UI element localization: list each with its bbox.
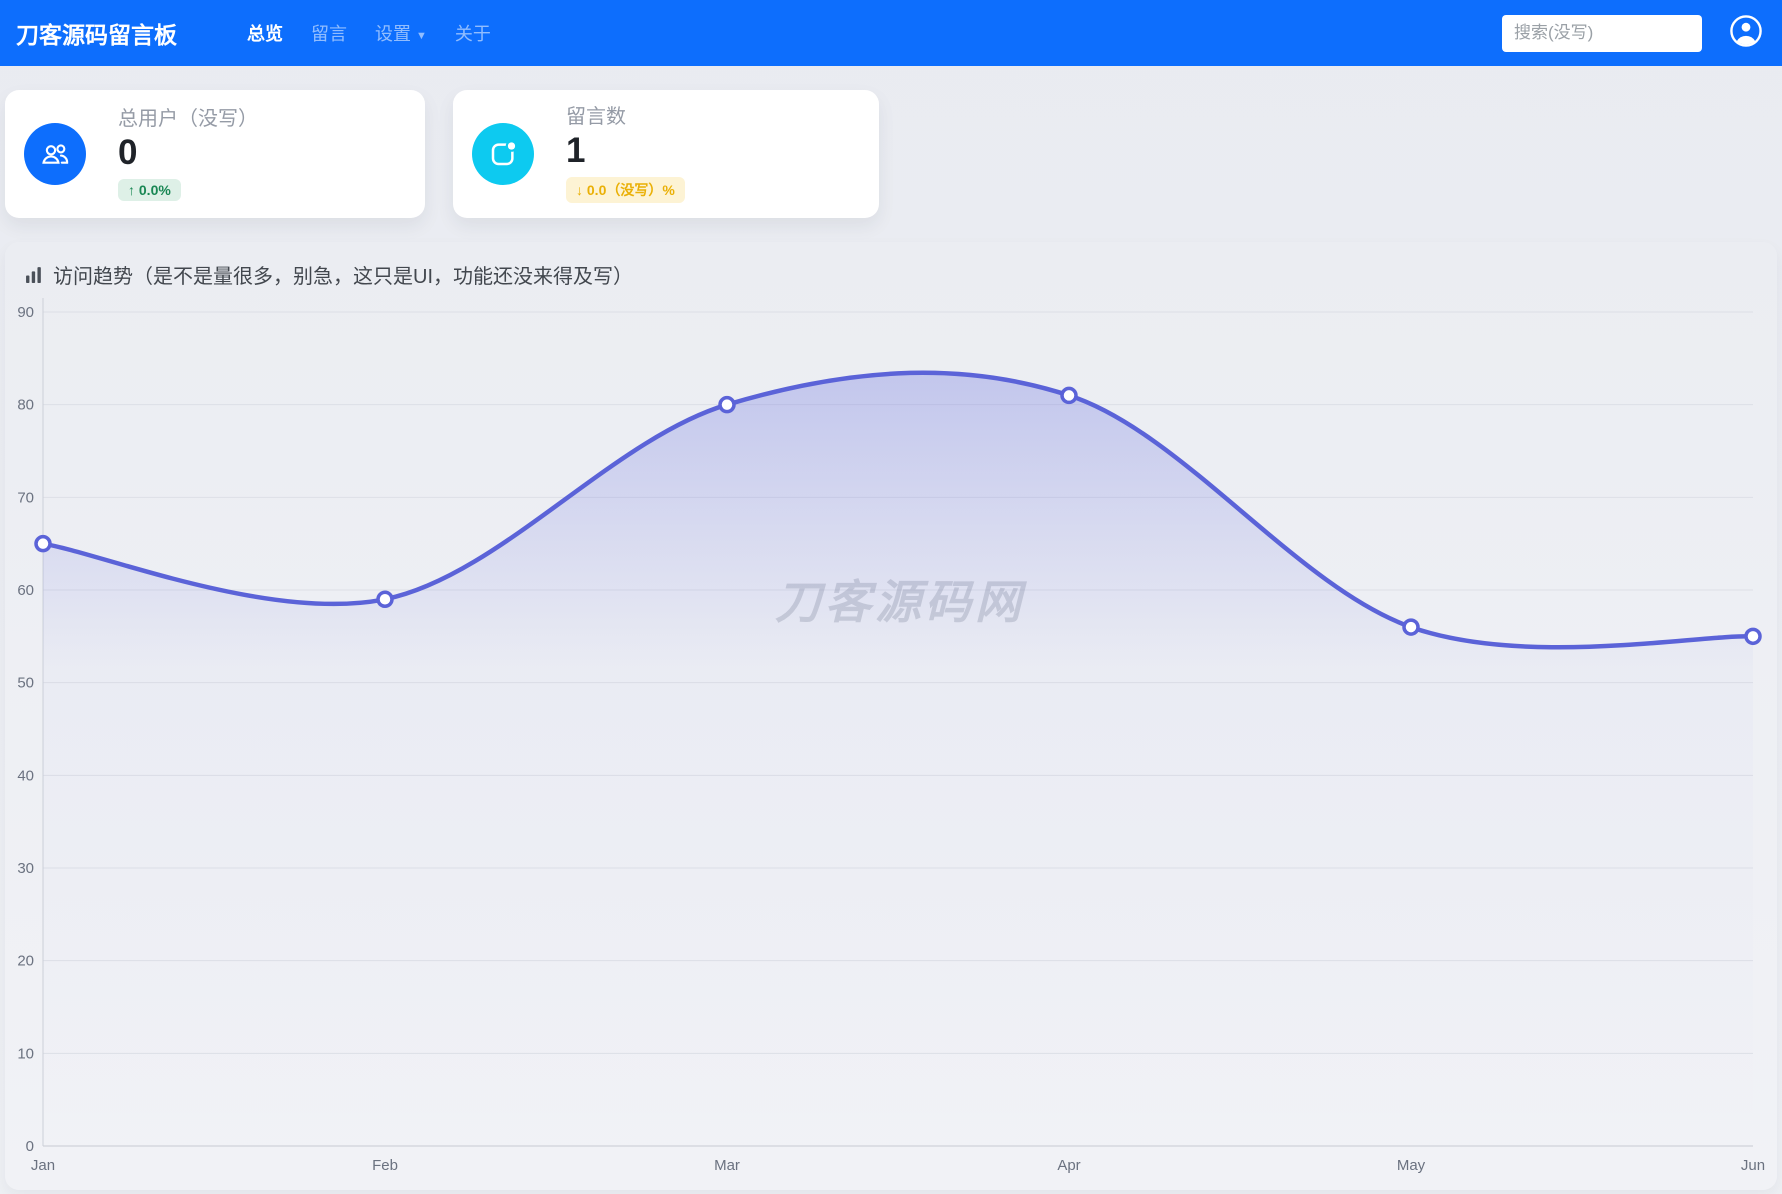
person-circle-icon	[1729, 14, 1763, 53]
stat-card-message-count: 留言数 1 ↓ 0.0（没写）%	[453, 90, 879, 218]
nav-item-label: 留言	[311, 24, 347, 44]
chart-title: 访问趋势（是不是量很多，别急，这只是UI，功能还没来得及写）	[53, 266, 633, 288]
svg-text:Jan: Jan	[31, 1157, 55, 1174]
svg-text:May: May	[1397, 1157, 1426, 1174]
svg-text:70: 70	[17, 489, 34, 506]
stat-body: 总用户（没写） 0 ↑ 0.0%	[118, 107, 258, 201]
svg-text:Feb: Feb	[372, 1157, 398, 1174]
navbar: 刀客源码留言板 总览 留言 设置 ▼ 关于	[0, 0, 1782, 66]
stat-value: 1	[566, 131, 586, 171]
nav-item-label: 关于	[454, 24, 491, 44]
chevron-down-icon: ▼	[416, 30, 427, 42]
stat-title: 留言数	[566, 106, 626, 129]
bar-chart-icon	[25, 265, 44, 284]
svg-text:60: 60	[17, 582, 34, 599]
svg-text:80: 80	[17, 397, 34, 414]
nav-item-about[interactable]: 关于	[441, 20, 505, 46]
stat-title: 总用户（没写）	[118, 108, 258, 131]
nav-item-settings-dropdown[interactable]: 设置 ▼	[361, 20, 441, 46]
visit-trend-panel: 访问趋势（是不是量很多，别急，这只是UI，功能还没来得及写） 0 10 20 30 40…	[5, 242, 1777, 1190]
svg-text:0: 0	[26, 1138, 34, 1155]
svg-text:90: 90	[17, 304, 34, 321]
nav-item-label: 总览	[247, 24, 283, 44]
user-avatar-button[interactable]	[1728, 14, 1764, 53]
svg-text:Jun: Jun	[1741, 1157, 1765, 1174]
search-input[interactable]	[1502, 14, 1702, 52]
svg-text:30: 30	[17, 860, 34, 877]
svg-text:40: 40	[17, 767, 34, 784]
stat-trend-badge: ↑ 0.0%	[118, 178, 181, 201]
message-square-icon	[472, 123, 534, 185]
stats-row: 总用户（没写） 0 ↑ 0.0% 留言数 1 ↓ 0.0（没写）%	[0, 66, 1782, 218]
stat-body: 留言数 1 ↓ 0.0（没写）%	[566, 105, 685, 203]
svg-text:50: 50	[17, 675, 34, 692]
users-icon	[24, 123, 86, 185]
svg-text:10: 10	[17, 1045, 34, 1062]
chart-title-row: 访问趋势（是不是量很多，别急，这只是UI，功能还没来得及写）	[5, 242, 1777, 289]
trend-line-chart: 0102030405060708090JanFebMarAprMayJun刀客源…	[5, 288, 1777, 1190]
svg-text:Apr: Apr	[1057, 1157, 1080, 1174]
svg-text:Mar: Mar	[714, 1157, 740, 1174]
navbar-right	[1502, 14, 1764, 53]
stat-trend-badge: ↓ 0.0（没写）%	[566, 176, 685, 203]
brand-title: 刀客源码留言板	[16, 22, 177, 48]
nav-item-overview[interactable]: 总览	[233, 20, 297, 46]
svg-text:20: 20	[17, 953, 34, 970]
stat-value: 0	[118, 133, 138, 173]
nav-item-label: 设置	[375, 24, 411, 44]
nav-item-messages[interactable]: 留言	[297, 20, 361, 46]
nav-links: 总览 留言 设置 ▼ 关于	[233, 20, 505, 46]
stat-card-total-users: 总用户（没写） 0 ↑ 0.0%	[5, 90, 425, 218]
